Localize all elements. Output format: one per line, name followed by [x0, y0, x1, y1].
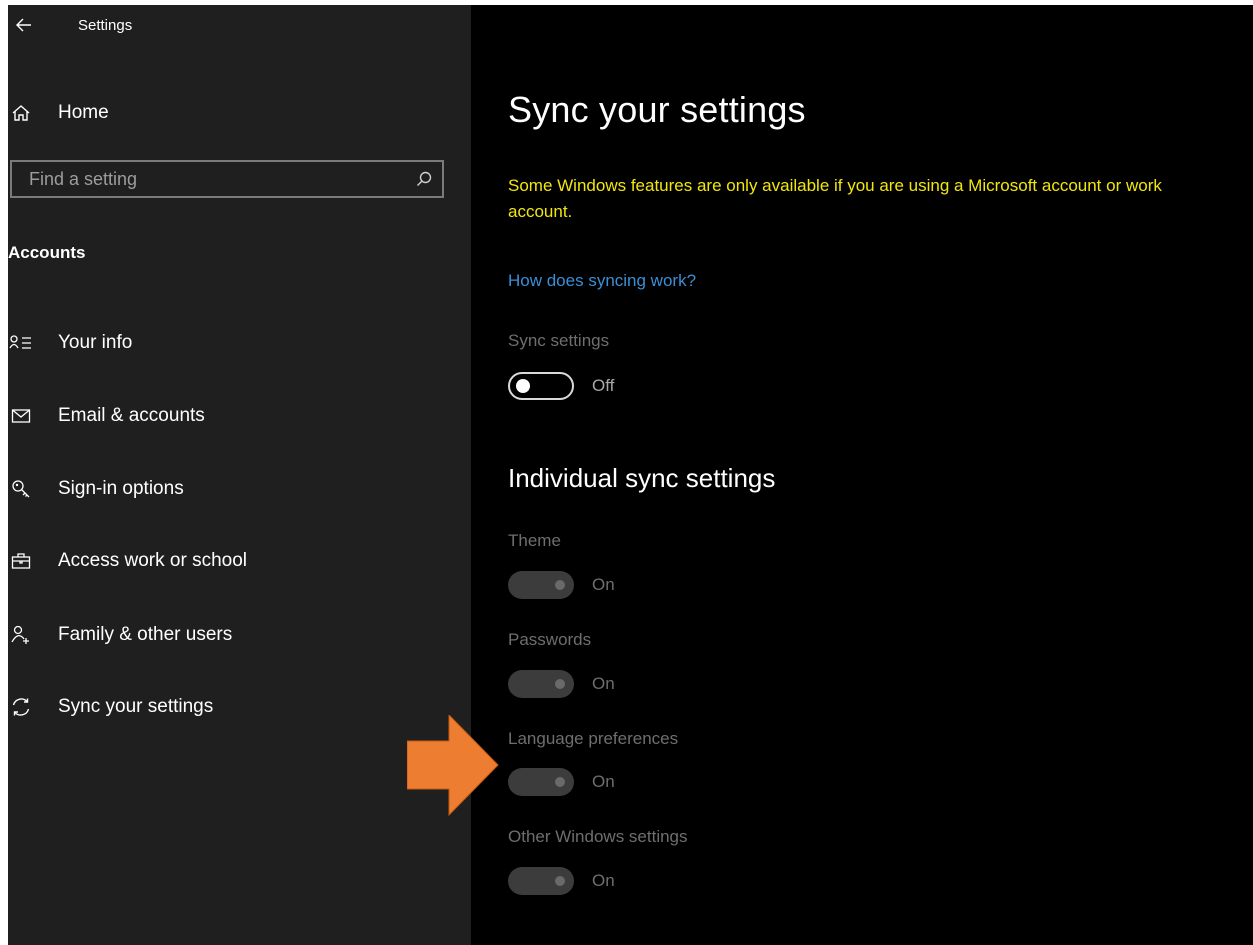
nav-home[interactable]: Home [8, 93, 471, 133]
language-preferences-label: Language preferences [508, 729, 679, 748]
theme-state: On [592, 575, 615, 594]
other-windows-settings-row: On [508, 866, 615, 896]
sidebar: Settings Home Accounts [8, 5, 471, 945]
toggle-knob [555, 777, 565, 787]
sidebar-item-label: Family & other users [58, 624, 233, 645]
sidebar-item-family-other-users[interactable]: Family & other users [8, 613, 471, 657]
theme-toggle[interactable] [508, 571, 574, 599]
person-list-icon [8, 330, 34, 356]
account-notice: Some Windows features are only available… [508, 176, 1162, 221]
other-windows-settings-toggle[interactable] [508, 867, 574, 895]
theme-row: On [508, 570, 615, 600]
section-heading-accounts: Accounts [8, 243, 86, 262]
main-content: Sync your settings Some Windows features… [471, 5, 1253, 945]
sidebar-item-access-work-school[interactable]: Access work or school [8, 539, 471, 583]
sync-settings-toggle[interactable] [508, 372, 574, 400]
language-preferences-row: On [508, 767, 615, 797]
home-icon [8, 100, 34, 126]
toggle-knob [555, 679, 565, 689]
passwords-toggle[interactable] [508, 670, 574, 698]
passwords-row: On [508, 669, 615, 699]
how-syncing-works-link[interactable]: How does syncing work? [508, 271, 696, 291]
settings-window: Settings Home Accounts [8, 5, 1253, 945]
sidebar-item-your-info[interactable]: Your info [8, 321, 471, 365]
sync-settings-state: Off [592, 376, 615, 395]
individual-sync-title: Individual sync settings [508, 463, 776, 493]
language-preferences-toggle[interactable] [508, 768, 574, 796]
window-title: Settings [78, 17, 133, 34]
other-windows-settings-state: On [592, 871, 615, 890]
passwords-state: On [592, 674, 615, 693]
other-windows-settings-label: Other Windows settings [508, 827, 688, 846]
back-button[interactable] [12, 13, 36, 37]
sidebar-item-email-accounts[interactable]: Email & accounts [8, 394, 471, 438]
key-icon [8, 476, 34, 502]
toggle-knob [516, 379, 530, 393]
nav-home-label: Home [58, 102, 109, 123]
briefcase-icon [8, 548, 34, 574]
sidebar-item-label: Sign-in options [58, 478, 184, 499]
sidebar-item-sync-your-settings[interactable]: Sync your settings [8, 685, 471, 729]
sidebar-item-label: Access work or school [58, 550, 248, 571]
passwords-label: Passwords [508, 630, 592, 649]
title-bar: Settings [8, 5, 471, 45]
toggle-knob [555, 876, 565, 886]
sidebar-item-sign-in-options[interactable]: Sign-in options [8, 467, 471, 511]
search-icon[interactable] [406, 162, 442, 196]
sync-settings-label: Sync settings [508, 331, 610, 350]
sync-settings-row: Off [508, 371, 614, 401]
mail-icon [8, 403, 34, 429]
back-arrow-icon [16, 18, 31, 32]
search-input[interactable] [12, 167, 406, 191]
toggle-knob [555, 580, 565, 590]
search-box [10, 160, 444, 198]
sidebar-item-label: Your info [58, 332, 133, 353]
annotation-arrow-icon [407, 715, 499, 816]
sidebar-item-label: Sync your settings [58, 696, 214, 717]
sidebar-item-label: Email & accounts [58, 405, 205, 426]
language-preferences-state: On [592, 772, 615, 791]
add-person-icon [8, 622, 34, 648]
sync-icon [8, 694, 34, 720]
theme-label: Theme [508, 531, 561, 550]
page-title: Sync your settings [508, 89, 806, 130]
